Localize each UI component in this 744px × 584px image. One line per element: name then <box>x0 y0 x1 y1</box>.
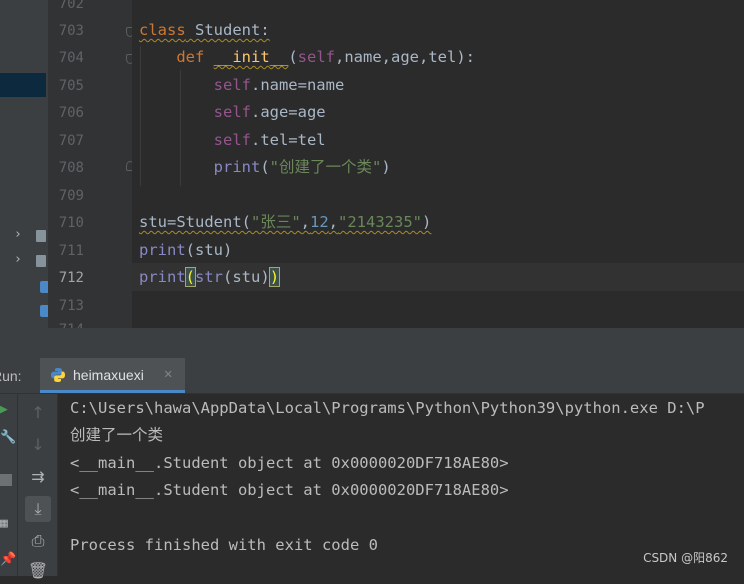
run-tool-header: Run: heimaxuexi ✕ <box>0 358 744 394</box>
string-literal: "2143235" <box>338 213 423 231</box>
tool-window-divider[interactable] <box>0 328 744 358</box>
builtin: str <box>195 268 224 286</box>
console-line: 创建了一个类 <box>70 426 164 444</box>
pin-icon[interactable]: 📌 <box>0 552 16 567</box>
self-ref: self <box>213 131 251 149</box>
assign: stu=Student( <box>139 213 251 231</box>
code-line-711[interactable]: print(stu) <box>139 236 232 264</box>
assign: .age=age <box>250 103 326 121</box>
run-side-strip: ▶ 🔧 ▦ 📌 <box>0 394 18 576</box>
line-number: 705 <box>58 78 84 94</box>
trash-icon[interactable]: 🗑 <box>25 558 51 584</box>
code-line-703[interactable]: class Student: <box>139 16 270 44</box>
chevron-right-icon[interactable]: › <box>14 227 22 242</box>
assign: .name=name <box>250 76 345 94</box>
code-line-708[interactable]: print("创建了一个类") <box>139 153 391 181</box>
line-number: 704 <box>58 50 84 66</box>
line-number: 710 <box>58 215 84 231</box>
code-line-707[interactable]: self.tel=tel <box>139 126 326 154</box>
paren: ) <box>381 158 391 176</box>
matched-bracket: ) <box>268 267 281 287</box>
console-line: C:\Users\hawa\AppData\Local\Programs\Pyt… <box>70 399 705 417</box>
line-number: 706 <box>58 105 84 121</box>
wrench-icon[interactable]: 🔧 <box>0 430 16 445</box>
keyword: class <box>139 21 186 39</box>
python-file-icon[interactable] <box>40 305 48 317</box>
line-number: 702 <box>58 0 84 12</box>
paren: ) <box>422 213 432 231</box>
soft-wrap-icon[interactable]: ⇉ <box>25 464 51 490</box>
file-icon <box>36 230 46 242</box>
run-label: Run: <box>0 368 22 384</box>
number-literal: 12 <box>310 213 329 231</box>
stop-icon[interactable] <box>0 474 12 486</box>
args: (stu) <box>223 268 270 286</box>
line-number: 711 <box>58 243 84 259</box>
keyword: def <box>176 48 205 66</box>
string-literal: "创建了一个类" <box>269 158 382 176</box>
down-arrow-icon[interactable]: ↓ <box>25 432 51 458</box>
code-line-705[interactable]: self.name=name <box>139 71 345 99</box>
run-toolbar: ↑ ↓ ⇉ ⤓ ⎙ 🗑 <box>18 394 58 580</box>
self-param: self <box>297 48 335 66</box>
tree-folder-row[interactable]: › <box>14 252 48 270</box>
watermark: CSDN @阳862 <box>643 551 728 565</box>
line-number-gutter: 702 703 704 705 706 707 708 709 710 711 … <box>48 0 134 338</box>
run-tab[interactable]: heimaxuexi ✕ <box>40 358 185 393</box>
line-number-current: 712 <box>58 270 84 286</box>
builtin: print <box>139 268 186 286</box>
builtin: print <box>213 158 261 176</box>
line-number: 708 <box>58 160 84 176</box>
builtin: print <box>139 241 186 259</box>
line-number: 709 <box>58 188 84 204</box>
params: ,name,age,tel): <box>335 48 475 66</box>
self-ref: self <box>213 103 251 121</box>
selected-tree-row[interactable] <box>0 73 46 97</box>
tree-folder-row[interactable]: › <box>14 227 48 245</box>
paren: ( <box>260 158 270 176</box>
comma: , <box>328 213 339 231</box>
console-output[interactable]: C:\Users\hawa\AppData\Local\Programs\Pyt… <box>58 394 744 576</box>
print-icon[interactable]: ⎙ <box>25 528 51 554</box>
project-panel: › › <box>0 0 48 347</box>
code-editor[interactable]: class Student: def __init__(self,name,ag… <box>132 0 744 328</box>
matched-bracket: ( <box>184 267 197 287</box>
console-line: Process finished with exit code 0 <box>70 536 378 554</box>
self-ref: self <box>213 76 251 94</box>
code-line-712[interactable]: print(str(stu)) <box>139 263 281 291</box>
close-icon[interactable]: ✕ <box>164 366 172 382</box>
string-literal: "张三" <box>250 213 301 231</box>
line-number: 707 <box>58 133 84 149</box>
layout-icon[interactable]: ▦ <box>0 516 8 531</box>
console-line: <__main__.Student object at 0x0000020DF7… <box>70 454 509 472</box>
code-line-710[interactable]: stu=Student("张三",12,"2143235") <box>139 208 431 236</box>
function-name: __init__ <box>213 48 289 66</box>
run-tab-title: heimaxuexi <box>73 367 144 383</box>
run-icon[interactable]: ▶ <box>0 402 8 417</box>
assign: .tel=tel <box>250 131 326 149</box>
chevron-right-icon[interactable]: › <box>14 252 22 267</box>
console-line: <__main__.Student object at 0x0000020DF7… <box>70 481 509 499</box>
python-file-icon[interactable] <box>40 281 48 293</box>
python-icon <box>51 368 65 382</box>
line-number: 703 <box>58 23 84 39</box>
code-line-706[interactable]: self.age=age <box>139 98 326 126</box>
comma: , <box>300 213 310 231</box>
file-icon <box>36 255 46 267</box>
scroll-to-end-icon[interactable]: ⤓ <box>25 496 51 522</box>
args: (stu) <box>185 241 233 259</box>
up-arrow-icon[interactable]: ↑ <box>25 400 51 426</box>
paren: ( <box>288 48 298 66</box>
code-line-704[interactable]: def __init__(self,name,age,tel): <box>139 43 475 71</box>
class-name: Student: <box>185 21 270 39</box>
